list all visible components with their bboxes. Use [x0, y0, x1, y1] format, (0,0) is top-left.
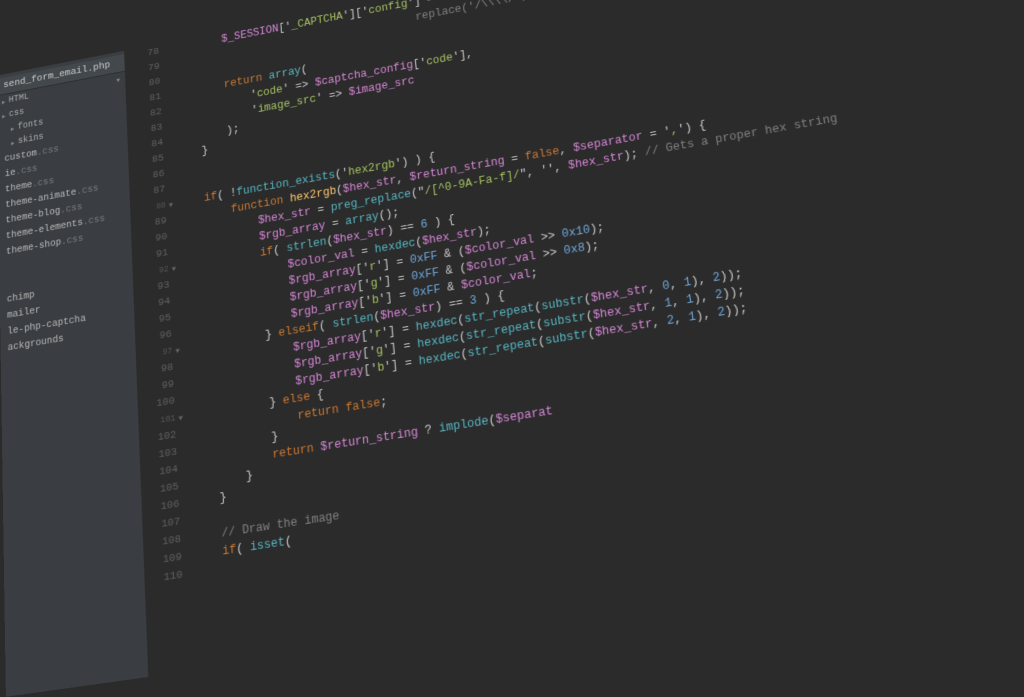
file-ext: .css [32, 176, 54, 190]
file-sidebar[interactable]: send_form_email.php ▸ HTML ▾ ▸css▸fonts▸… [0, 51, 148, 697]
dropdown-icon: ▾ [116, 76, 120, 85]
file-ext: .css [61, 233, 84, 247]
caret-icon: ▸ [11, 138, 15, 147]
folder-name: css [9, 108, 25, 120]
file-ext: .css [76, 183, 98, 197]
file-ext: .css [83, 214, 106, 228]
caret-icon: ▸ [11, 124, 15, 133]
file-ext: .css [60, 202, 82, 216]
editor-window: send_form_email.php ▸ HTML ▾ ▸css▸fonts▸… [0, 0, 1024, 697]
file-name: ie [5, 168, 16, 180]
code-editor[interactable]: 7879808182838485868788899091929394959697… [124, 0, 1024, 677]
caret-icon: ▸ [2, 98, 6, 107]
file-ext: .css [16, 164, 38, 178]
file-ext: .css [37, 144, 59, 158]
code-content[interactable]: $_SESSION['_CAPTCHA']['config'] = serial… [166, 0, 1024, 671]
caret-icon: ▸ [2, 112, 6, 121]
